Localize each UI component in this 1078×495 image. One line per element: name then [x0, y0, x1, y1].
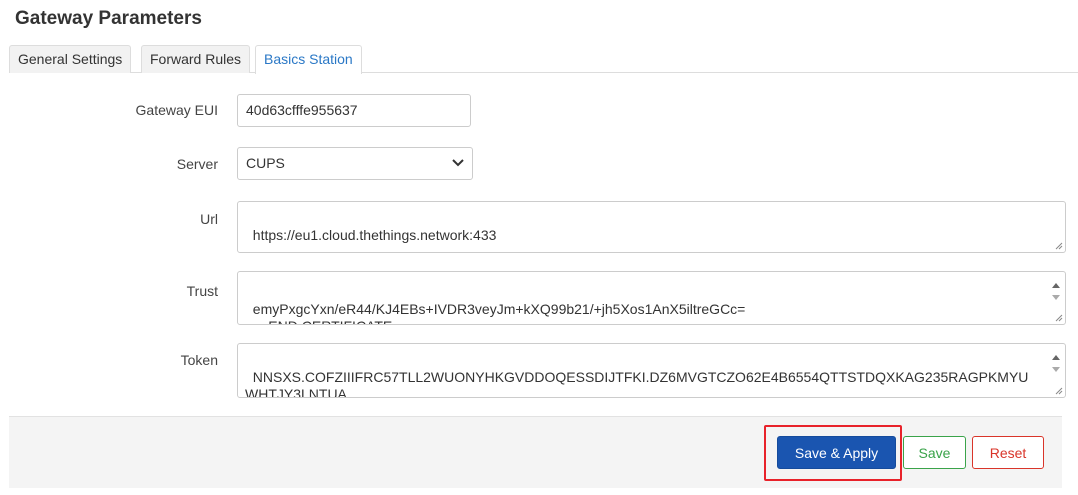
server-label: Server [176, 156, 218, 172]
url-value: https://eu1.cloud.thethings.network:433 [252, 227, 497, 243]
save-button[interactable]: Save [903, 436, 966, 469]
tab-forward-rules[interactable]: Forward Rules [141, 45, 251, 73]
trust-textarea[interactable]: emyPxgcYxn/eR44/KJ4EBs+IVDR3veyJm+kXQ99b… [237, 271, 1066, 325]
token-textarea[interactable]: NNSXS.COFZIIIFRC57TLL2WUONYHKGVDDOQESSDI… [237, 343, 1066, 398]
resize-handle-icon[interactable] [1053, 312, 1063, 322]
tab-basics-station[interactable]: Basics Station [255, 45, 362, 74]
trust-label: Trust [186, 283, 218, 299]
tab-bar: General Settings Forward Rules Basics St… [9, 45, 1078, 74]
page-title: Gateway Parameters [15, 8, 202, 29]
url-label: Url [200, 211, 218, 227]
gateway-eui-label: Gateway EUI [135, 102, 218, 118]
token-value: NNSXS.COFZIIIFRC57TLL2WUONYHKGVDDOQESSDI… [245, 369, 1029, 398]
server-select[interactable]: CUPS [237, 147, 473, 180]
tab-general-settings[interactable]: General Settings [9, 45, 132, 73]
save-apply-button[interactable]: Save & Apply [777, 436, 896, 469]
trust-value: emyPxgcYxn/eR44/KJ4EBs+IVDR3veyJm+kXQ99b… [245, 301, 746, 324]
token-label: Token [180, 352, 218, 368]
resize-handle-icon[interactable] [1053, 240, 1063, 250]
url-textarea[interactable]: https://eu1.cloud.thethings.network:433 [237, 201, 1066, 253]
reset-button[interactable]: Reset [972, 436, 1044, 469]
resize-handle-icon[interactable] [1053, 385, 1063, 395]
server-select-value: CUPS [246, 155, 285, 171]
chevron-down-icon [452, 159, 464, 167]
gateway-eui-input[interactable]: 40d63cfffe955637 [237, 94, 471, 127]
